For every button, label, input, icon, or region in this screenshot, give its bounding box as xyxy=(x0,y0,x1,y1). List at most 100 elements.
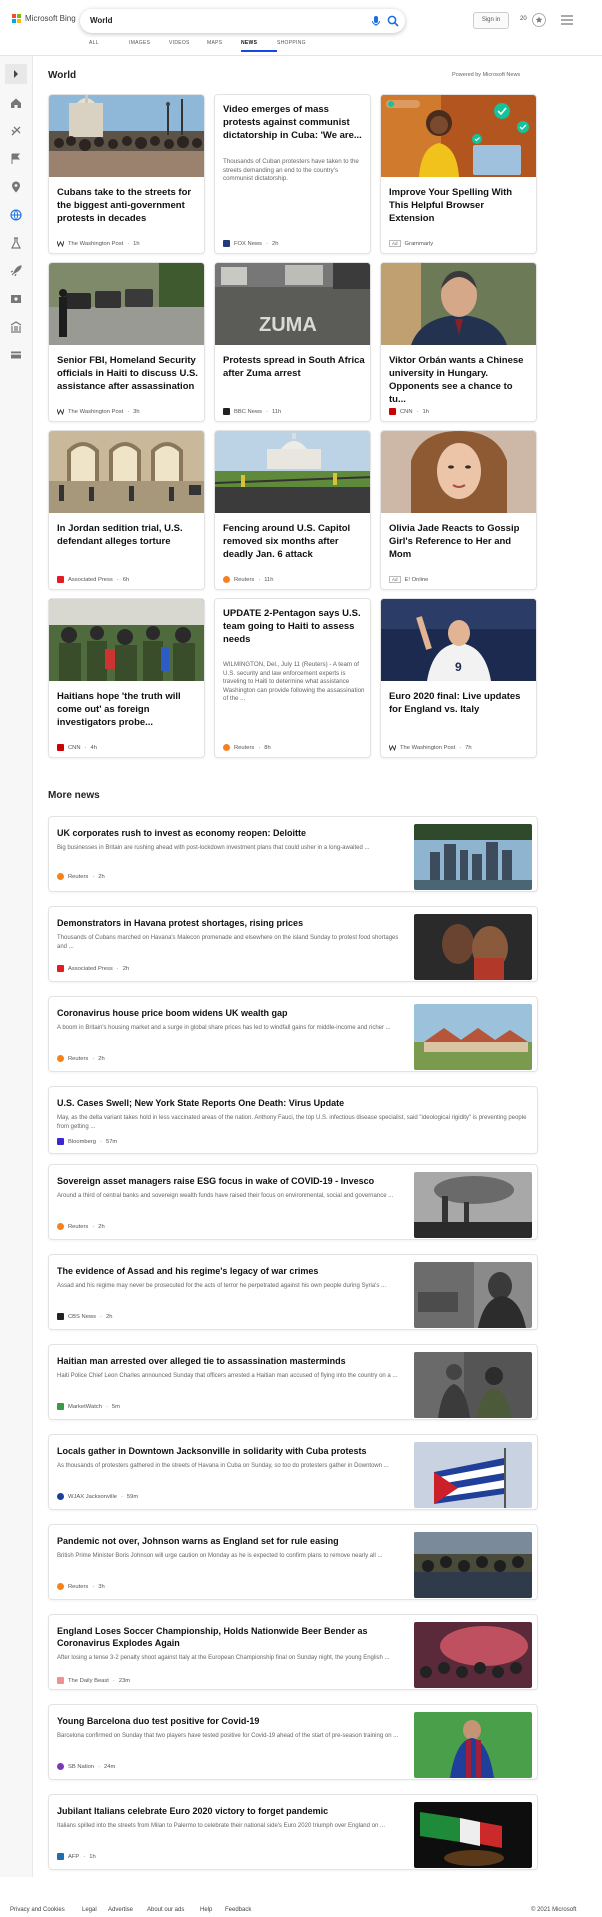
source-time: 4h xyxy=(90,744,97,751)
home-icon[interactable] xyxy=(9,96,23,110)
location-icon[interactable] xyxy=(9,180,23,194)
item-title[interactable]: Haitian man arrested over alleged tie to… xyxy=(57,1355,397,1367)
source-time: 1h xyxy=(422,408,429,415)
news-list-item[interactable]: The evidence of Assad and his regime's l… xyxy=(48,1254,538,1330)
card-title[interactable]: In Jordan sedition trial, U.S. defendant… xyxy=(57,522,199,548)
news-list-item[interactable]: UK corporates rush to invest as economy … xyxy=(48,816,538,892)
item-title[interactable]: The evidence of Assad and his regime's l… xyxy=(57,1265,397,1277)
card-icon[interactable] xyxy=(9,348,23,362)
card-title[interactable]: Haitians hope 'the truth will come out' … xyxy=(57,690,199,729)
source-name: The Daily Beast xyxy=(68,1677,109,1684)
footer-link-about-ads[interactable]: About our ads xyxy=(147,1907,184,1913)
card-title[interactable]: Viktor Orbán wants a Chinese university … xyxy=(389,354,531,406)
item-title[interactable]: England Loses Soccer Championship, Holds… xyxy=(57,1625,387,1649)
ad-card[interactable]: Improve Your Spelling With This Helpful … xyxy=(380,94,537,254)
globe-icon[interactable] xyxy=(9,208,23,222)
card-title[interactable]: Euro 2020 final: Live updates for Englan… xyxy=(389,690,531,716)
source-time: 11h xyxy=(271,408,282,415)
news-card[interactable]: UPDATE 2-Pentagon says U.S. team going t… xyxy=(214,598,371,758)
science-icon[interactable] xyxy=(9,236,23,250)
item-title[interactable]: Demonstrators in Havana protest shortage… xyxy=(57,917,397,929)
tab-shopping[interactable]: SHOPPING xyxy=(277,40,317,56)
ad-badge: Ad xyxy=(389,240,401,247)
rewards-medal-icon[interactable] xyxy=(531,12,547,28)
money-icon[interactable] xyxy=(9,320,23,334)
news-list-item[interactable]: Coronavirus house price boom widens UK w… xyxy=(48,996,538,1072)
reuters-logo-icon xyxy=(57,1055,64,1062)
card-title[interactable]: Senior FBI, Homeland Security officials … xyxy=(57,354,199,393)
footer-link-privacy[interactable]: Privacy and Cookies xyxy=(10,1907,65,1913)
card-source: FOX News · 2h xyxy=(223,240,278,247)
flag-icon[interactable] xyxy=(9,152,23,166)
item-title[interactable]: Young Barcelona duo test positive for Co… xyxy=(57,1715,397,1727)
news-card[interactable]: Senior FBI, Homeland Security officials … xyxy=(48,262,205,422)
ad-card[interactable]: Olivia Jade Reacts to Gossip Girl's Refe… xyxy=(380,430,537,590)
news-list-item[interactable]: Sovereign asset managers raise ESG focus… xyxy=(48,1164,538,1240)
source-time: 3h xyxy=(98,1583,105,1590)
item-title[interactable]: Coronavirus house price boom widens UK w… xyxy=(57,1007,397,1019)
source-name: The Washington Post xyxy=(68,408,124,415)
footer-link-help[interactable]: Help xyxy=(200,1907,212,1913)
card-title[interactable]: Improve Your Spelling With This Helpful … xyxy=(389,186,531,225)
tab-images[interactable]: IMAGES xyxy=(129,40,169,56)
news-list-item[interactable]: Pandemic not over, Johnson warns as Engl… xyxy=(48,1524,538,1600)
reuters-logo-icon xyxy=(223,576,230,583)
footer-link-feedback[interactable]: Feedback xyxy=(225,1907,251,1913)
card-title[interactable]: Video emerges of mass protests against c… xyxy=(223,103,365,142)
card-title[interactable]: Fencing around U.S. Capitol removed six … xyxy=(223,522,365,561)
news-card[interactable]: Cubans take to the streets for the bigge… xyxy=(48,94,205,254)
news-list-item[interactable]: Demonstrators in Havana protest shortage… xyxy=(48,906,538,982)
tab-maps[interactable]: MAPS xyxy=(207,40,241,56)
item-title[interactable]: Pandemic not over, Johnson warns as Engl… xyxy=(57,1535,397,1547)
item-title[interactable]: Jubilant Italians celebrate Euro 2020 vi… xyxy=(57,1805,397,1817)
news-list-item[interactable]: Haitian man arrested over alleged tie to… xyxy=(48,1344,538,1420)
news-card[interactable]: Video emerges of mass protests against c… xyxy=(214,94,371,254)
sports-icon[interactable] xyxy=(9,124,23,138)
news-card[interactable]: Viktor Orbán wants a Chinese university … xyxy=(380,262,537,422)
news-card[interactable]: Haitians hope 'the truth will come out' … xyxy=(48,598,205,758)
source-time: 2h xyxy=(271,240,279,247)
search-input[interactable]: World xyxy=(90,16,113,25)
news-card[interactable]: In Jordan sedition trial, U.S. defendant… xyxy=(48,430,205,590)
expand-icon[interactable] xyxy=(5,64,27,84)
item-title[interactable]: UK corporates rush to invest as economy … xyxy=(57,827,397,839)
news-card[interactable]: ZUMA Protests spread in South Africa aft… xyxy=(214,262,371,422)
footer-link-legal[interactable]: Legal xyxy=(82,1907,97,1913)
sign-in-button[interactable]: Sign in xyxy=(473,12,509,29)
news-card[interactable]: 9 Euro 2020 final: Live updates for Engl… xyxy=(380,598,537,758)
card-title[interactable]: Protests spread in South Africa after Zu… xyxy=(223,354,365,380)
card-source: The Washington Post · 3h xyxy=(57,408,140,415)
haiti-road-image xyxy=(49,263,204,345)
news-list-item[interactable]: U.S. Cases Swell; New York State Reports… xyxy=(48,1086,538,1154)
entertainment-icon[interactable] xyxy=(9,292,23,306)
news-list-item[interactable]: Locals gather in Downtown Jacksonville i… xyxy=(48,1434,538,1510)
source-name: Reuters xyxy=(68,1223,89,1230)
footer-link-advertise[interactable]: Advertise xyxy=(108,1907,133,1913)
powered-by-label[interactable]: Powered by Microsoft News xyxy=(452,72,520,78)
search-box[interactable]: World xyxy=(80,9,405,33)
microphone-icon[interactable] xyxy=(369,14,383,28)
tab-videos[interactable]: VIDEOS xyxy=(169,40,207,56)
item-title[interactable]: Sovereign asset managers raise ESG focus… xyxy=(57,1175,397,1187)
left-rail xyxy=(0,56,33,1877)
bing-logo[interactable]: Microsoft Bing xyxy=(12,14,76,23)
rocket-icon[interactable] xyxy=(9,264,23,278)
card-snippet: WILMINGTON, Del., July 11 (Reuters) - A … xyxy=(223,661,365,702)
tab-all[interactable]: ALL xyxy=(89,40,129,56)
card-title[interactable]: Cubans take to the streets for the bigge… xyxy=(57,186,199,225)
news-list-item[interactable]: Jubilant Italians celebrate Euro 2020 vi… xyxy=(48,1794,538,1870)
tab-news[interactable]: NEWS xyxy=(241,40,277,56)
search-icon[interactable] xyxy=(386,14,400,28)
card-title[interactable]: UPDATE 2-Pentagon says U.S. team going t… xyxy=(223,607,365,646)
news-card[interactable]: Fencing around U.S. Capitol removed six … xyxy=(214,430,371,590)
news-list-item[interactable]: England Loses Soccer Championship, Holds… xyxy=(48,1614,538,1690)
rewards-points[interactable]: 20 xyxy=(520,16,527,22)
news-list-item[interactable]: Young Barcelona duo test positive for Co… xyxy=(48,1704,538,1780)
source-time: 2h xyxy=(98,1055,105,1062)
menu-icon[interactable] xyxy=(561,15,573,25)
card-title[interactable]: Olivia Jade Reacts to Gossip Girl's Refe… xyxy=(389,522,531,561)
item-title[interactable]: Locals gather in Downtown Jacksonville i… xyxy=(57,1445,397,1457)
haiti-police-crowd-image xyxy=(49,599,204,681)
item-source: WJAX Jacksonville · 59m xyxy=(57,1493,138,1500)
item-title[interactable]: U.S. Cases Swell; New York State Reports… xyxy=(57,1097,397,1109)
